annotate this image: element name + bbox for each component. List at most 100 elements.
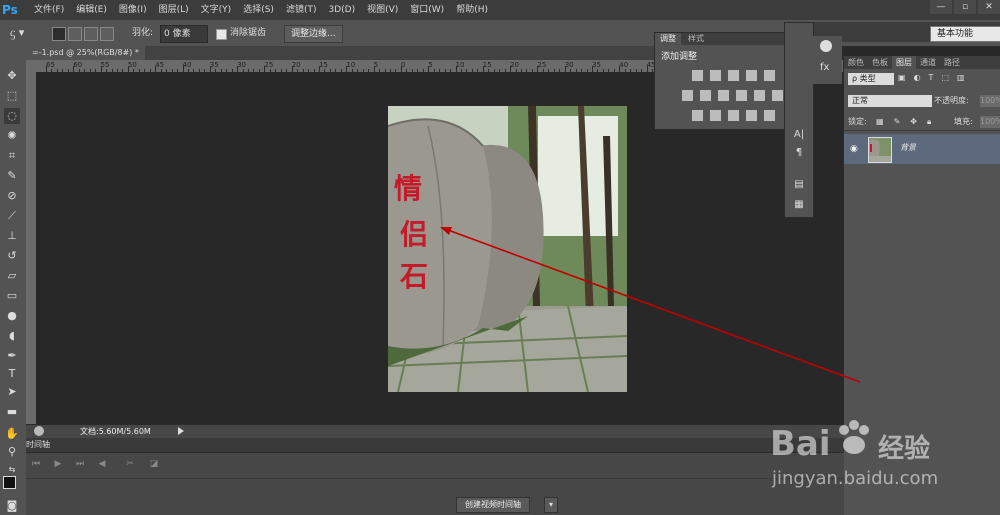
lock-pixels-icon[interactable]: ✎ [894,116,901,128]
vibrance-icon[interactable] [763,69,776,82]
crop-tool-icon[interactable]: ⌗ [4,148,20,164]
brush-tool-icon[interactable]: ⟋ [4,208,20,224]
menu-window[interactable]: 窗口(W) [404,0,450,20]
healing-brush-tool-icon[interactable]: ⊘ [4,188,20,204]
threshold-icon[interactable] [727,109,740,122]
next-frame-icon[interactable]: ⏭ [74,458,86,470]
lasso-tool-icon[interactable]: ◌ [4,108,20,124]
character-icon[interactable]: A| [793,129,805,141]
posterize-icon[interactable] [709,109,722,122]
black-white-icon[interactable] [717,89,730,102]
photo-filter-icon[interactable] [735,89,748,102]
gradient-map-icon[interactable] [745,109,758,122]
menu-view[interactable]: 视图(V) [361,0,404,20]
paragraph-icon[interactable]: ¶ [793,147,805,159]
lock-transparent-icon[interactable]: ▦ [876,116,884,128]
dodge-tool-icon[interactable]: ◖ [4,328,20,344]
feather-input[interactable]: 0 像素 [160,25,208,43]
menu-filter[interactable]: 滤镜(T) [280,0,323,20]
quick-select-tool-icon[interactable]: ✺ [4,128,20,144]
selective-color-icon[interactable] [763,109,776,122]
tab-layers[interactable]: 图层 [892,56,916,69]
intersect-selection-icon[interactable] [100,27,114,41]
menu-select[interactable]: 选择(S) [237,0,280,20]
audio-icon[interactable]: ◀ [96,458,108,470]
visibility-eye-icon[interactable]: ◉ [850,144,860,154]
type-tool-icon[interactable]: T [4,366,20,382]
smart-filter-icon[interactable]: ▥ [957,73,965,85]
menu-layer[interactable]: 图层(L) [153,0,195,20]
layer-kind-select[interactable]: ρ 类型 [848,73,894,85]
path-select-tool-icon[interactable]: ➤ [4,384,20,400]
lasso-tool-preset-icon[interactable]: ᦓ ▾ [10,25,38,41]
antialias-checkbox[interactable] [216,29,227,40]
eraser-tool-icon[interactable]: ▱ [4,268,20,284]
first-frame-icon[interactable]: ⏮ [30,458,42,470]
minimize-button[interactable]: — [930,0,952,14]
exposure-icon[interactable] [745,69,758,82]
opacity-input[interactable]: 100% [980,95,1000,107]
create-video-timeline-button[interactable]: 创建视频时间轴 [456,497,530,513]
menu-edit[interactable]: 编辑(E) [70,0,113,20]
tab-color[interactable]: 颜色 [844,56,868,69]
menu-help[interactable]: 帮助(H) [450,0,494,20]
subtract-selection-icon[interactable] [84,27,98,41]
workspace-select[interactable]: 基本功能 [930,26,1000,42]
marquee-tool-icon[interactable]: ⬚ [4,88,20,104]
fill-input[interactable]: 100% [980,116,1000,128]
menu-image[interactable]: 图像(I) [113,0,153,20]
pixel-filter-icon[interactable]: ▣ [898,73,906,85]
timeline-type-dropdown[interactable]: ▾ [544,497,558,513]
tab-adjustments[interactable]: 调整 [655,33,681,45]
add-selection-icon[interactable] [68,27,82,41]
type-filter-icon[interactable]: T [929,73,934,85]
restore-button[interactable]: ▫ [954,0,976,14]
hue-saturation-icon[interactable] [681,89,694,102]
levels-icon[interactable] [709,69,722,82]
new-selection-icon[interactable] [52,27,66,41]
shape-tool-icon[interactable]: ▬ [4,404,20,420]
menu-file[interactable]: 文件(F) [28,0,70,20]
layer-row-background[interactable]: ◉ 背景 [844,134,1000,164]
zoom-level-icon[interactable] [34,426,44,436]
color-wheel-icon[interactable] [820,40,832,52]
color-balance-icon[interactable] [699,89,712,102]
zoom-tool-icon[interactable]: ⚲ [4,444,20,460]
notes-icon[interactable]: ▤ [793,179,805,191]
eyedropper-tool-icon[interactable]: ✎ [4,168,20,184]
fx-icon[interactable]: fx [820,62,832,74]
adjustment-filter-icon[interactable]: ◐ [914,73,921,85]
tab-swatches[interactable]: 色板 [868,56,892,69]
menu-type[interactable]: 文字(Y) [195,0,238,20]
gradient-tool-icon[interactable]: ▭ [4,288,20,304]
foreground-color-swatch[interactable] [3,476,16,489]
layer-name[interactable]: 背景 [900,142,916,153]
quick-mask-icon[interactable]: ◙ [4,498,20,514]
hand-tool-icon[interactable]: ✋ [4,426,20,442]
pen-tool-icon[interactable]: ✒ [4,348,20,364]
tab-channels[interactable]: 通道 [916,56,940,69]
tab-paths[interactable]: 路径 [940,56,964,69]
brightness-icon[interactable] [691,69,704,82]
move-tool-icon[interactable]: ✥ [4,68,20,84]
split-icon[interactable]: ✂ [124,458,136,470]
transition-icon[interactable]: ◪ [148,458,160,470]
tab-styles[interactable]: 样式 [683,33,709,45]
menu-3d[interactable]: 3D(D) [322,0,361,20]
invert-icon[interactable] [691,109,704,122]
history-brush-tool-icon[interactable]: ↺ [4,248,20,264]
color-lookup-icon[interactable] [771,89,784,102]
curves-icon[interactable] [727,69,740,82]
close-button[interactable]: ✕ [978,0,1000,14]
document-tab[interactable]: =-1.psd @ 25%(RGB/8#) * [26,46,145,60]
properties-icon[interactable]: ▦ [793,199,805,211]
clone-stamp-tool-icon[interactable]: ⊥ [4,228,20,244]
shape-filter-icon[interactable]: ⬚ [941,73,949,85]
blend-mode-select[interactable]: 正常 [848,95,932,107]
lock-all-icon[interactable]: 🔒︎ [927,116,931,128]
blur-tool-icon[interactable]: ● [4,308,20,324]
status-menu-arrow-icon[interactable] [178,427,184,435]
channel-mixer-icon[interactable] [753,89,766,102]
document-image[interactable]: 情 侣 石 [388,106,627,392]
play-icon[interactable]: ▶ [52,458,64,470]
